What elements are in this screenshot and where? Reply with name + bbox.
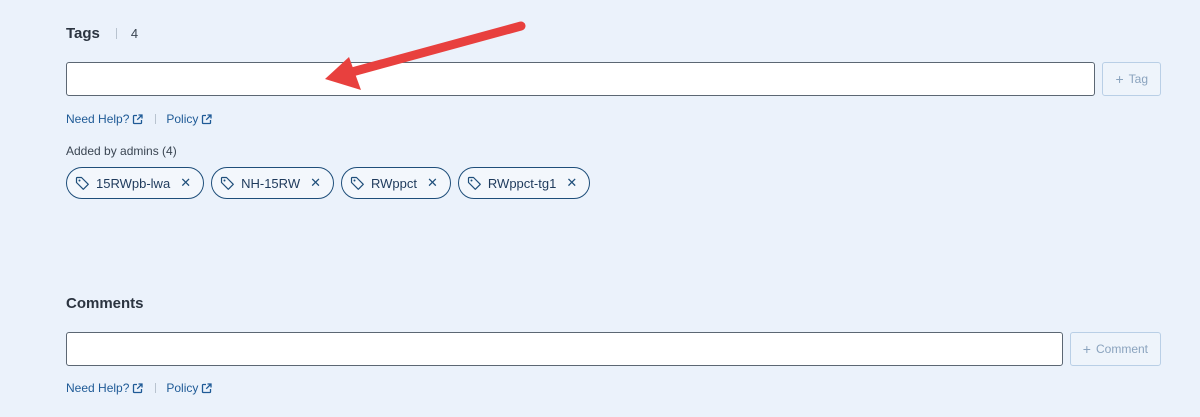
external-link-icon [201,113,213,125]
tags-header: Tags 4 [66,23,1161,43]
need-help-label: Need Help? [66,381,130,395]
plus-icon: + [1082,341,1091,357]
tag-chip-label: RWppct-tg1 [487,175,557,191]
add-tag-label: Tag [1128,72,1148,86]
need-help-link[interactable]: Need Help? [66,381,144,395]
tag-chip-label: RWppct [371,175,417,191]
tag-input-row: + Tag [66,62,1161,96]
remove-tag-icon[interactable]: ✕ [180,175,191,191]
policy-link[interactable]: Policy [166,112,213,126]
remove-tag-icon[interactable]: ✕ [427,175,438,191]
added-by-admins-label: Added by admins (4) [66,144,177,158]
policy-link[interactable]: Policy [166,381,213,395]
tag-chip-list: 15RWpb-lwa ✕ NH-15RW ✕ RWppct ✕ RWppct-t… [66,167,591,199]
header-divider [115,27,117,39]
tag-icon [350,176,365,191]
comment-input[interactable] [66,332,1063,366]
tag-chip: RWppct-tg1 ✕ [457,167,591,199]
link-divider [155,114,157,124]
comments-section: Comments + Comment Need Help? Policy [66,293,1161,403]
add-tag-button[interactable]: + Tag [1102,62,1161,96]
comment-help-links: Need Help? Policy [66,381,213,395]
tags-title: Tags [66,24,100,42]
remove-tag-icon[interactable]: ✕ [310,175,321,191]
need-help-link[interactable]: Need Help? [66,112,144,126]
tag-chip: 15RWpb-lwa ✕ [66,167,205,199]
external-link-icon [132,382,144,394]
comments-header: Comments [66,293,1161,313]
add-comment-label: Comment [1095,342,1148,356]
policy-label: Policy [166,112,199,126]
remove-tag-icon[interactable]: ✕ [566,175,577,191]
tag-icon [75,176,90,191]
tag-chip: RWppct ✕ [341,167,451,199]
policy-label: Policy [166,381,199,395]
tag-icon [467,176,482,191]
tag-count: 4 [130,25,139,41]
plus-icon: + [1115,71,1124,87]
tag-chip-label: 15RWpb-lwa [96,175,171,191]
need-help-label: Need Help? [66,112,130,126]
external-link-icon [132,113,144,125]
link-divider [155,383,157,393]
external-link-icon [201,382,213,394]
comment-input-row: + Comment [66,332,1161,366]
tag-help-links: Need Help? Policy [66,112,213,126]
tag-input[interactable] [66,62,1096,96]
tags-section: Tags 4 + Tag Need Help? Policy Added by … [66,23,1161,203]
tag-chip: NH-15RW ✕ [211,167,334,199]
tag-icon [220,176,235,191]
comments-title: Comments [66,294,144,312]
tag-chip-label: NH-15RW [241,175,301,191]
add-comment-button[interactable]: + Comment [1069,332,1161,366]
